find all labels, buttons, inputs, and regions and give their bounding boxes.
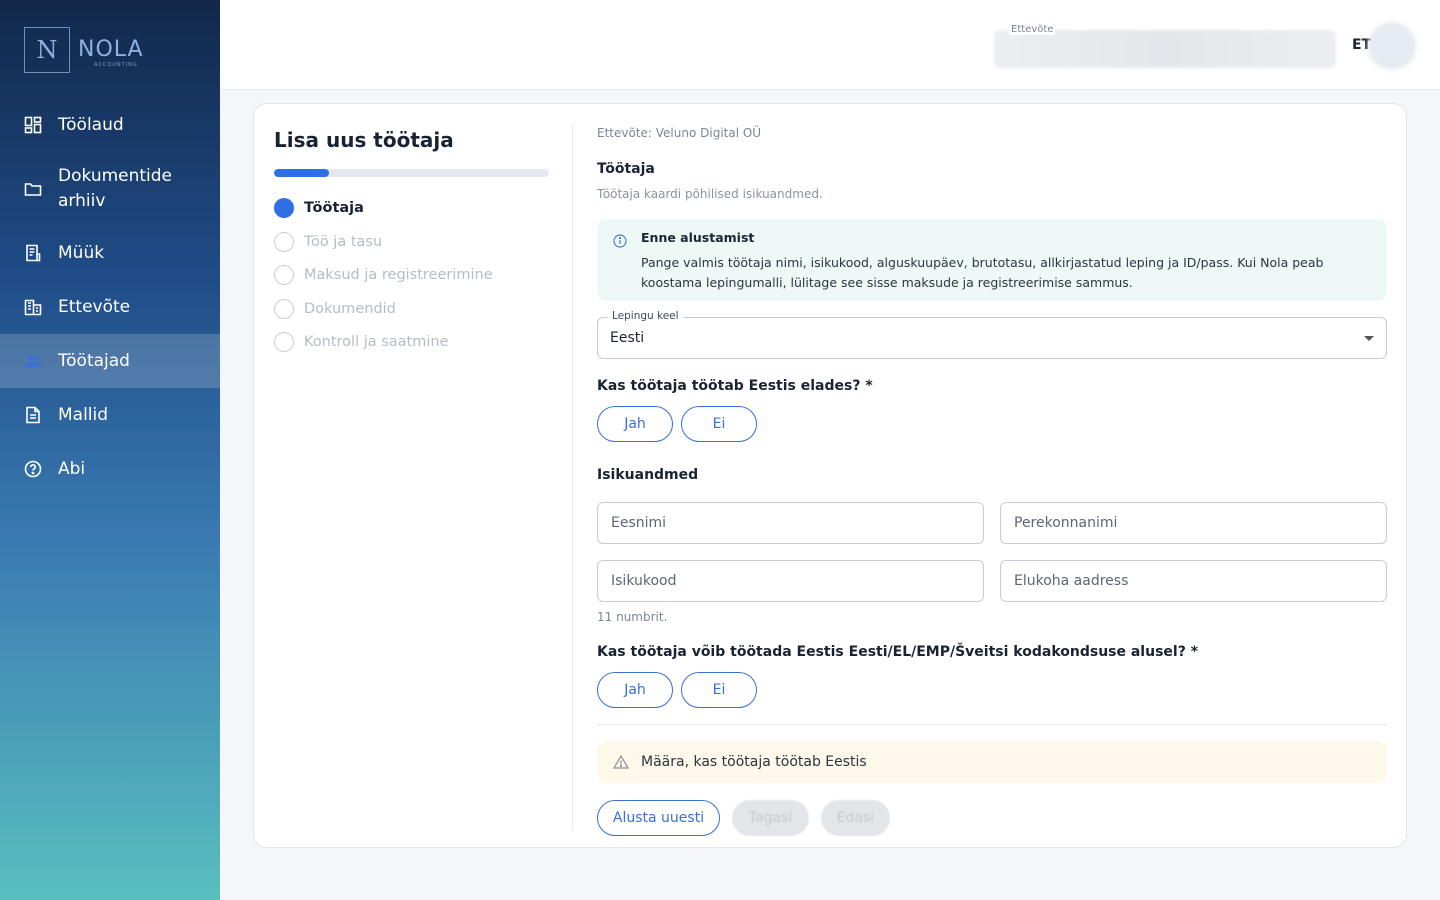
citizenship-options: Jah Ei: [597, 672, 1387, 708]
step-label: Kontroll ja saatmine: [304, 334, 449, 350]
form-divider: [597, 724, 1387, 725]
step-indicator: [274, 231, 294, 252]
wizard-card: Lisa uus töötaja Töötaja Töö ja tasu Mak…: [253, 103, 1407, 848]
sidebar-item-toolaud[interactable]: Töölaud: [0, 98, 220, 152]
receipt-icon: [24, 244, 42, 262]
logo-wordmark: NOLA ACCOUNTING: [78, 37, 144, 68]
sidebar-item-tootajad[interactable]: Töötajad: [0, 334, 220, 388]
works-in-estonia-no-button[interactable]: Ei: [681, 406, 757, 442]
validation-warning: Määra, kas töötaja töötab Eestis: [597, 741, 1387, 783]
question-works-in-estonia: Kas töötaja töötab Eestis elades? *: [597, 378, 873, 394]
logo-mark: N: [24, 27, 70, 73]
top-header: Ettevõte ET: [220, 0, 1440, 90]
first-name-field[interactable]: [597, 502, 984, 544]
sidebar-item-label: Mallid: [58, 404, 109, 425]
step-kontroll-ja-saatmine[interactable]: Kontroll ja saatmine: [274, 332, 549, 352]
warning-icon: [612, 754, 630, 770]
citizenship-yes-button[interactable]: Jah: [597, 672, 673, 708]
step-tootaja[interactable]: Töötaja: [274, 198, 549, 218]
company-name-line: Ettevõte: Veluno Digital OÜ: [597, 126, 762, 140]
step-dokumendid[interactable]: Dokumendid: [274, 298, 549, 319]
step-maksud-ja-registreerimine[interactable]: Maksud ja registreerimine: [274, 265, 549, 285]
id-code-helper: 11 numbrit.: [597, 610, 668, 624]
chevron-down-icon: [1364, 336, 1374, 341]
sidebar-item-label: Ettevõte: [58, 296, 131, 317]
section-subtitle: Töötaja kaardi põhilised isikuandmed.: [597, 187, 823, 201]
name-row: [597, 502, 1387, 544]
wizard-steps: Töötaja Töö ja tasu Maksud ja registreer…: [274, 198, 549, 352]
id-code-field[interactable]: [597, 560, 984, 602]
step-label: Maksud ja registreerimine: [304, 267, 493, 283]
sidebar-item-label: Töölaud: [58, 114, 124, 135]
info-text: Pange valmis töötaja nimi, isikukood, al…: [641, 255, 1324, 290]
company-selector[interactable]: [994, 30, 1336, 68]
question-citizenship: Kas töötaja võib töötada Eestis Eesti/EL…: [597, 644, 1199, 660]
step-label: Töötaja: [304, 200, 364, 216]
next-button[interactable]: Edasi: [821, 800, 890, 836]
folder-icon: [24, 180, 42, 198]
sidebar: N NOLA ACCOUNTING Töölaud Dokumentide ar…: [0, 0, 220, 900]
people-icon: [24, 352, 42, 370]
document-icon: [24, 406, 42, 424]
dashboard-icon: [24, 116, 42, 134]
works-in-estonia-yes-button[interactable]: Jah: [597, 406, 673, 442]
info-title: Enne alustamist: [641, 230, 755, 245]
sidebar-item-dokumentide-arhiiv[interactable]: Dokumentide arhiiv: [0, 152, 220, 226]
wizard-actions: Alusta uuesti Tagasi Edasi: [597, 800, 1387, 836]
page-title: Lisa uus töötaja: [274, 128, 454, 152]
sidebar-item-label: Töötajad: [58, 350, 130, 371]
logo-subtitle: ACCOUNTING: [94, 62, 138, 68]
wizard-progress-fill: [274, 169, 329, 177]
avatar[interactable]: [1368, 22, 1416, 70]
wizard-progress-bar: [274, 169, 549, 177]
contract-language-value: Eesti: [610, 330, 645, 346]
building-icon: [24, 298, 42, 316]
contract-language-label: Lepingu keel: [608, 310, 683, 322]
sidebar-item-mallid[interactable]: Mallid: [0, 388, 220, 442]
restart-button[interactable]: Alusta uuesti: [597, 800, 720, 836]
step-indicator: [274, 332, 294, 352]
address-field[interactable]: [1000, 560, 1387, 602]
column-divider: [572, 124, 573, 830]
wizard-stepper: Lisa uus töötaja Töötaja Töö ja tasu Mak…: [274, 128, 549, 366]
logo-name: NOLA: [78, 37, 144, 62]
id-row: [597, 560, 1387, 602]
company-selector-label: Ettevõte: [1009, 24, 1056, 35]
employee-form: Ettevõte: Veluno Digital OÜ Töötaja Tööt…: [597, 126, 1387, 836]
warning-text: Määra, kas töötaja töötab Eestis: [641, 754, 867, 770]
back-button[interactable]: Tagasi: [732, 800, 809, 836]
step-too-ja-tasu[interactable]: Töö ja tasu: [274, 231, 549, 252]
nola-logo[interactable]: N NOLA ACCOUNTING: [24, 27, 144, 73]
works-in-estonia-options: Jah Ei: [597, 406, 1387, 442]
contract-language-select[interactable]: Lepingu keel Eesti: [597, 310, 1387, 359]
citizenship-no-button[interactable]: Ei: [681, 672, 757, 708]
step-label: Dokumendid: [304, 300, 396, 317]
personal-data-title: Isikuandmed: [597, 467, 699, 483]
sidebar-item-abi[interactable]: Abi: [0, 442, 220, 496]
step-indicator: [274, 198, 294, 218]
info-callout: Enne alustamist Pange valmis töötaja nim…: [597, 219, 1387, 301]
sidebar-item-label: Müük: [58, 242, 105, 263]
sidebar-item-label: Abi: [58, 458, 86, 479]
info-icon: [613, 233, 627, 248]
step-indicator: [274, 265, 294, 285]
step-label: Töö ja tasu: [304, 233, 383, 250]
section-title: Töötaja: [597, 161, 655, 177]
help-icon: [24, 460, 42, 478]
sidebar-item-muuk[interactable]: Müük: [0, 226, 220, 280]
step-indicator: [274, 298, 294, 319]
sidebar-item-label: Dokumentide arhiiv: [58, 166, 173, 211]
last-name-field[interactable]: [1000, 502, 1387, 544]
sidebar-item-ettevote[interactable]: Ettevõte: [0, 280, 220, 334]
sidebar-nav: Töölaud Dokumentide arhiiv Müük Ettevõte…: [0, 98, 220, 496]
